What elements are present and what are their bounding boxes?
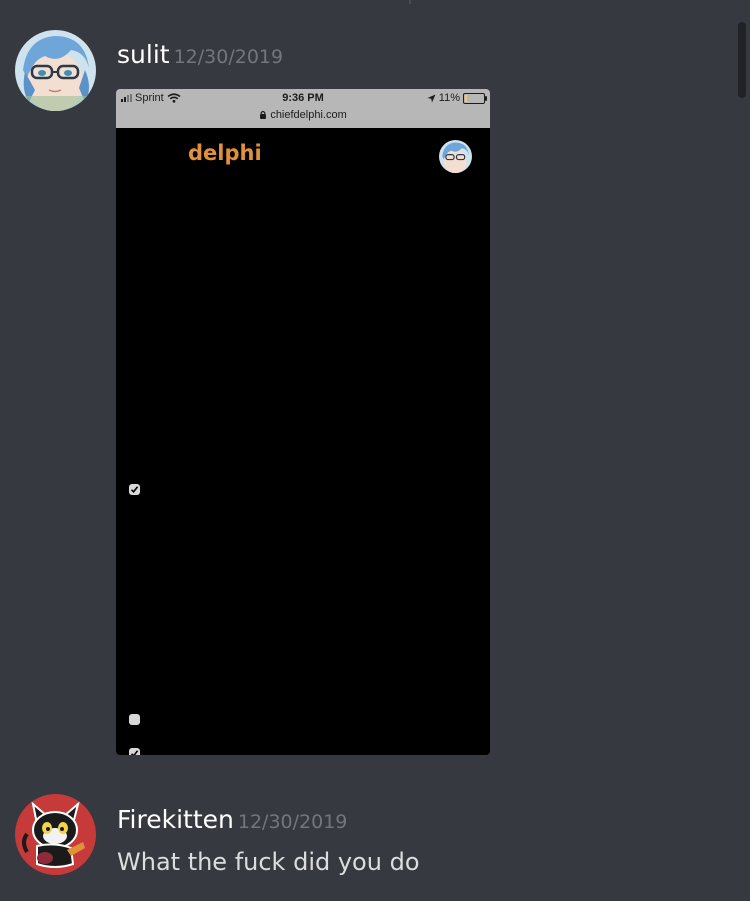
avatar-sulit[interactable] <box>15 30 96 111</box>
scrollbar[interactable] <box>736 0 750 901</box>
message-timestamp: 12/30/2019 <box>173 46 284 68</box>
message-firekitten: Firekitten 12/30/2019 What the fuck did y… <box>0 780 720 901</box>
status-right: 11% <box>427 92 487 104</box>
url-bar: chiefdelphi.com <box>116 109 490 121</box>
checkbox-checked[interactable] <box>129 748 140 755</box>
image-attachment[interactable]: Sprint 9:36 PM chiefdelphi.com 11% delph… <box>116 89 490 755</box>
site-user-avatar <box>439 140 472 173</box>
author-name[interactable]: Firekitten 12/30/2019 <box>117 805 347 837</box>
message-content: What the fuck did you do <box>117 848 420 876</box>
message-timestamp: 12/30/2019 <box>237 811 348 833</box>
chat-view: sulit 12/30/2019 Sprint 9:36 PM chiefdel… <box>0 0 750 901</box>
scrollbar-thumb[interactable] <box>738 22 746 98</box>
phone-status-bar: Sprint 9:36 PM chiefdelphi.com 11% <box>116 89 490 128</box>
author-name[interactable]: sulit 12/30/2019 <box>117 40 283 72</box>
battery-percent: 11% <box>438 92 460 104</box>
message-sulit: sulit 12/30/2019 Sprint 9:36 PM chiefdel… <box>0 0 720 760</box>
lock-icon <box>260 110 267 119</box>
checkbox-unchecked[interactable] <box>129 714 140 725</box>
author-name-text[interactable]: sulit <box>117 40 170 69</box>
avatar-firekitten[interactable] <box>15 794 96 875</box>
url-text: chiefdelphi.com <box>270 109 347 121</box>
checkbox-checked[interactable] <box>129 484 140 495</box>
site-logo: delphi <box>188 141 262 165</box>
author-name-text[interactable]: Firekitten <box>117 805 234 834</box>
location-arrow-icon <box>427 94 436 102</box>
battery-icon <box>463 92 487 104</box>
